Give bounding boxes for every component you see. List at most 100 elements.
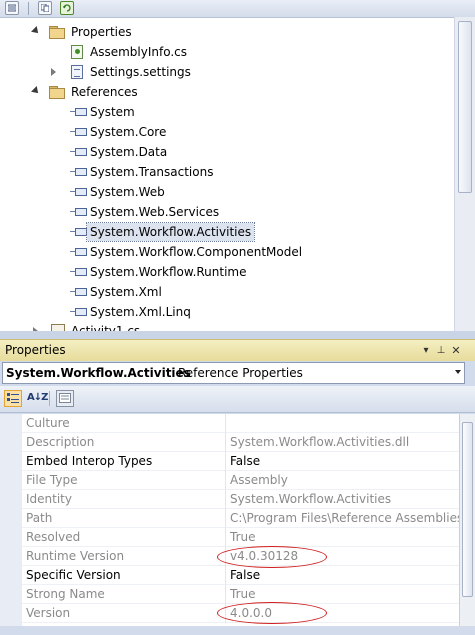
alphabetical-icon[interactable]: A↓Z (27, 390, 48, 407)
property-name: Resolved (26, 530, 81, 544)
tree-node-properties[interactable]: Properties (0, 23, 440, 41)
tree-node-reference[interactable]: System (0, 103, 440, 121)
property-grid-scrollbar[interactable] (459, 414, 475, 626)
scrollbar-thumb[interactable] (462, 422, 473, 597)
property-name: Identity (26, 492, 72, 506)
property-row-strong-name[interactable]: Strong Name True (22, 585, 459, 604)
tree-node-label: System.Workflow.ComponentModel (90, 245, 303, 259)
property-name: File Type (26, 473, 78, 487)
column-divider[interactable] (225, 471, 226, 490)
property-row-description[interactable]: Description System.Workflow.Activities.d… (22, 433, 459, 452)
property-row-identity[interactable]: Identity System.Workflow.Activities (22, 490, 459, 509)
properties-title: Properties (5, 343, 66, 357)
column-divider[interactable] (225, 490, 226, 509)
tree-node-activity1[interactable]: Activity1.cs (0, 322, 440, 331)
column-divider[interactable] (225, 414, 226, 433)
reference-icon (70, 148, 87, 156)
collapse-arrow-icon[interactable] (33, 327, 38, 331)
solution-tree[interactable]: Properties AssemblyInfo.cs Settings.sett… (0, 17, 454, 331)
column-divider[interactable] (225, 528, 226, 547)
tree-node-label: Activity1.cs (71, 324, 141, 331)
reference-icon (70, 108, 87, 116)
tree-node-reference[interactable]: System.Web (0, 183, 440, 201)
reference-icon (70, 308, 87, 316)
selected-object-name: System.Workflow.Activities (6, 366, 191, 380)
solution-explorer-toolbar (0, 0, 475, 18)
tree-node-label: Properties (71, 25, 132, 39)
column-divider[interactable] (225, 566, 226, 585)
tree-node-label: System.Xml (90, 285, 162, 299)
property-value: Assembly (230, 473, 288, 487)
close-icon[interactable]: ✕ (450, 344, 462, 357)
property-row-culture[interactable]: Culture (22, 414, 459, 433)
selected-object-kind: Reference Properties (178, 366, 303, 380)
solution-explorer: Properties AssemblyInfo.cs Settings.sett… (0, 0, 475, 331)
reference-icon (70, 168, 87, 176)
folder-icon (49, 86, 65, 99)
show-all-files-icon[interactable] (38, 1, 52, 15)
auto-hide-pin-icon[interactable]: ⊥ (435, 344, 447, 357)
object-selector-dropdown[interactable]: System.Workflow.Activities Reference Pro… (2, 362, 465, 384)
tree-node-label: System.Transactions (90, 165, 214, 179)
tree-node-reference[interactable]: System.Web.Services (0, 203, 440, 221)
tree-node-label: System.Workflow.Runtime (90, 265, 247, 279)
reference-icon (70, 268, 87, 276)
tree-node-label: System.Data (90, 145, 168, 159)
tree-node-label: AssemblyInfo.cs (90, 45, 188, 59)
refresh-icon[interactable] (60, 1, 74, 15)
property-name: Strong Name (26, 587, 105, 601)
property-pages-icon[interactable] (56, 390, 74, 407)
tree-node-label: System.Core (90, 125, 167, 139)
tree-node-assemblyinfo[interactable]: AssemblyInfo.cs (0, 43, 440, 61)
solution-explorer-scrollbar[interactable] (454, 17, 475, 331)
properties-icon[interactable] (5, 1, 19, 15)
scrollbar-thumb[interactable] (458, 21, 472, 193)
properties-title-bar[interactable]: Properties ▾ ⊥ ✕ (0, 339, 475, 361)
column-divider[interactable] (225, 509, 226, 528)
column-divider[interactable] (225, 585, 226, 604)
properties-window: Properties ▾ ⊥ ✕ System.Workflow.Activit… (0, 339, 475, 635)
property-value: C:\Program Files\Reference Assemblies (230, 511, 459, 525)
tree-node-references[interactable]: References (0, 83, 440, 101)
column-divider[interactable] (225, 433, 226, 452)
tree-node-reference[interactable]: System.Workflow.ComponentModel (0, 243, 440, 261)
property-row-specific-version[interactable]: Specific Version False (22, 566, 459, 585)
chevron-down-icon (455, 370, 461, 374)
property-name: Embed Interop Types (26, 454, 153, 468)
reference-icon (70, 288, 87, 296)
tree-node-reference[interactable]: System.Data (0, 143, 440, 161)
reference-icon (70, 188, 87, 196)
tree-node-reference[interactable]: System.Xml.Linq (0, 303, 440, 321)
tree-node-reference-selected[interactable]: System.Workflow.Activities (0, 222, 440, 242)
expand-arrow-icon[interactable] (31, 86, 41, 96)
property-row-path[interactable]: Path C:\Program Files\Reference Assembli… (22, 509, 459, 528)
categorized-icon[interactable] (4, 390, 22, 407)
csharp-file-icon (71, 45, 83, 59)
property-name: Path (26, 511, 53, 525)
property-name: Specific Version (26, 568, 121, 582)
property-row-embed-interop-types[interactable]: Embed Interop Types False (22, 452, 459, 471)
property-name: Runtime Version (26, 549, 125, 563)
tree-node-reference[interactable]: System.Transactions (0, 163, 440, 181)
tree-node-reference[interactable]: System.Core (0, 123, 440, 141)
activity-file-icon (51, 324, 65, 331)
tree-node-label: System.Web.Services (90, 205, 220, 219)
collapse-arrow-icon[interactable] (51, 68, 56, 76)
window-position-dropdown-icon[interactable]: ▾ (420, 344, 432, 357)
reference-icon (70, 128, 87, 136)
property-value: System.Workflow.Activities.dll (230, 435, 410, 449)
column-divider[interactable] (225, 452, 226, 471)
property-name: Version (26, 606, 71, 620)
reference-icon (70, 208, 87, 216)
tree-node-reference[interactable]: System.Xml (0, 283, 440, 301)
tree-node-settings[interactable]: Settings.settings (0, 63, 440, 81)
property-grid[interactable]: Culture Description System.Workflow.Acti… (0, 414, 459, 626)
reference-icon (70, 248, 87, 256)
property-row-file-type[interactable]: File Type Assembly (22, 471, 459, 490)
property-row-resolved[interactable]: Resolved True (22, 528, 459, 547)
tree-node-reference[interactable]: System.Workflow.Runtime (0, 263, 440, 281)
property-value[interactable]: False (230, 566, 260, 585)
expand-arrow-icon[interactable] (31, 26, 41, 36)
property-value[interactable]: False (230, 452, 260, 471)
folder-icon (49, 26, 65, 39)
